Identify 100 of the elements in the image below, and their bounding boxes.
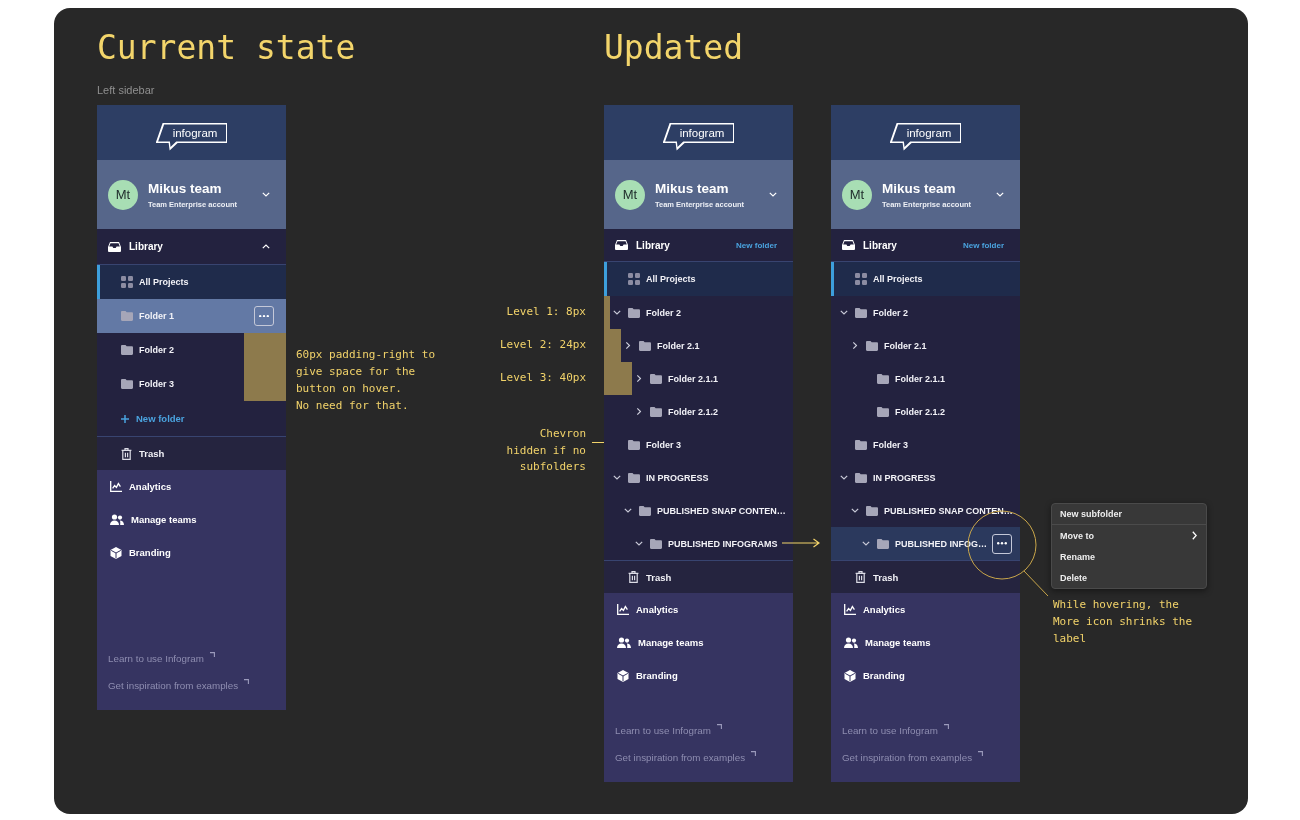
folder-item[interactable]: Folder 2.1.1	[604, 362, 793, 395]
chevron-icon[interactable]	[852, 341, 858, 350]
chart-icon	[110, 481, 122, 492]
trash-icon	[855, 571, 866, 583]
folder-item[interactable]: Folder 2.1.2	[604, 395, 793, 428]
external-link-icon	[751, 750, 757, 756]
nav-item[interactable]: Branding	[97, 536, 286, 569]
folder-item[interactable]: Folder 3	[604, 428, 793, 461]
nav-item[interactable]: Analytics	[97, 470, 286, 503]
folder-item[interactable]: Folder 3	[831, 428, 1020, 461]
nav-item[interactable]: Branding	[604, 659, 793, 692]
logo[interactable]: infogram	[889, 123, 962, 151]
section-title: Updated	[604, 28, 744, 68]
more-button[interactable]	[992, 533, 1012, 554]
folder-icon	[866, 505, 878, 516]
folder-item[interactable]: PUBLISHED SNAP CONTEN…	[831, 494, 1020, 527]
more-icon	[259, 314, 269, 318]
all-projects-item[interactable]: All Projects	[604, 262, 793, 296]
chevron-icon	[262, 192, 270, 197]
folder-icon	[628, 472, 640, 483]
chevron-icon[interactable]	[625, 341, 631, 350]
avatar: Mt	[842, 179, 872, 210]
chevron-icon[interactable]	[840, 475, 848, 480]
chevron-icon	[996, 192, 1004, 197]
folder-icon	[877, 538, 889, 549]
people-icon	[844, 637, 858, 648]
annotation-note: 60px padding-right to give space for the button on hover.	[296, 347, 437, 397]
folder-item[interactable]: IN PROGRESS	[604, 461, 793, 494]
help-link[interactable]: Get inspiration from examples	[842, 744, 984, 771]
menu-item[interactable]: Rename	[1052, 546, 1206, 567]
folder-item[interactable]: PUBLISHED INFOG…	[831, 527, 1020, 560]
folder-item[interactable]: Folder 2	[604, 296, 793, 329]
annotation-note: Level 3: 40px	[499, 370, 587, 387]
chevron-icon[interactable]	[624, 508, 632, 513]
inbox-icon	[108, 241, 121, 252]
folder-item[interactable]: Folder 2	[831, 296, 1020, 329]
folder-item[interactable]: Folder 2.1	[604, 329, 793, 362]
folder-item[interactable]: PUBLISHED SNAP CONTEN…	[604, 494, 793, 527]
help-link[interactable]: Learn to use Infogram	[842, 717, 949, 744]
folder-item[interactable]: Folder 2	[97, 333, 286, 367]
chevron-icon[interactable]	[636, 374, 642, 383]
folder-icon	[855, 472, 867, 483]
help-link[interactable]: Get inspiration from examples	[108, 672, 250, 699]
annotation-note: No need for that.	[296, 398, 410, 414]
chevron-icon[interactable]	[851, 508, 859, 513]
annotation-note: Level 2: 24px	[499, 337, 587, 354]
library-label[interactable]: Library	[636, 239, 670, 251]
inbox-icon	[842, 240, 855, 250]
folder-icon	[650, 406, 662, 417]
menu-item[interactable]: Move to	[1052, 525, 1206, 546]
nav-item[interactable]: Manage teams	[831, 626, 1020, 659]
team-name: Mikus team	[882, 179, 956, 197]
team-name: Mikus team	[148, 179, 222, 197]
menu-item[interactable]: New subfolder	[1052, 504, 1206, 525]
nav-item[interactable]: Analytics	[604, 593, 793, 626]
chart-icon	[617, 604, 629, 615]
logo[interactable]: infogram	[662, 123, 735, 151]
folder-item[interactable]: Folder 2.1.1	[831, 362, 1020, 395]
logo[interactable]: infogram	[155, 123, 228, 151]
help-link[interactable]: Learn to use Infogram	[615, 717, 722, 744]
library-label[interactable]: Library	[863, 239, 897, 251]
new-folder-link[interactable]: New folder	[736, 240, 777, 250]
new-folder-button[interactable]: New folder	[97, 401, 286, 436]
right-arrow-icon	[782, 538, 820, 548]
leader-line	[592, 442, 604, 443]
more-button[interactable]	[254, 306, 274, 326]
folder-item[interactable]: Folder 2.1	[831, 329, 1020, 362]
annotation-note: While hovering, the More icon shrinks the label	[1052, 597, 1194, 647]
all-projects-item[interactable]: All Projects	[97, 265, 286, 299]
chevron-icon[interactable]	[613, 475, 621, 480]
folder-icon	[855, 307, 867, 318]
cube-icon	[844, 669, 856, 682]
chevron-icon[interactable]	[636, 407, 642, 416]
external-link-icon	[978, 750, 984, 756]
trash-icon	[121, 447, 132, 460]
folder-item[interactable]: Folder 1	[97, 299, 286, 333]
nav-item[interactable]: Manage teams	[604, 626, 793, 659]
folder-item[interactable]: Folder 2.1.2	[831, 395, 1020, 428]
avatar: Mt	[108, 179, 138, 210]
folder-item[interactable]: IN PROGRESS	[831, 461, 1020, 494]
menu-item[interactable]: Delete	[1052, 567, 1206, 588]
library-label[interactable]: Library	[129, 241, 163, 252]
help-link[interactable]: Learn to use Infogram	[108, 645, 215, 672]
folder-item[interactable]: Folder 3	[97, 367, 286, 401]
grid-icon	[628, 273, 640, 285]
chevron-icon[interactable]	[862, 541, 870, 546]
folder-icon	[628, 439, 640, 450]
all-projects-item[interactable]: All Projects	[831, 262, 1020, 296]
folder-icon	[639, 505, 651, 516]
chevron-icon[interactable]	[613, 310, 621, 315]
nav-item[interactable]: Manage teams	[97, 503, 286, 536]
cube-icon	[617, 669, 629, 682]
avatar: Mt	[615, 179, 645, 210]
nav-item[interactable]: Branding	[831, 659, 1020, 692]
nav-item[interactable]: Analytics	[831, 593, 1020, 626]
folder-item[interactable]: PUBLISHED INFOGRAMS	[604, 527, 793, 560]
new-folder-link[interactable]: New folder	[963, 240, 1004, 250]
chevron-icon[interactable]	[840, 310, 848, 315]
help-link[interactable]: Get inspiration from examples	[615, 744, 757, 771]
chevron-icon[interactable]	[635, 541, 643, 546]
